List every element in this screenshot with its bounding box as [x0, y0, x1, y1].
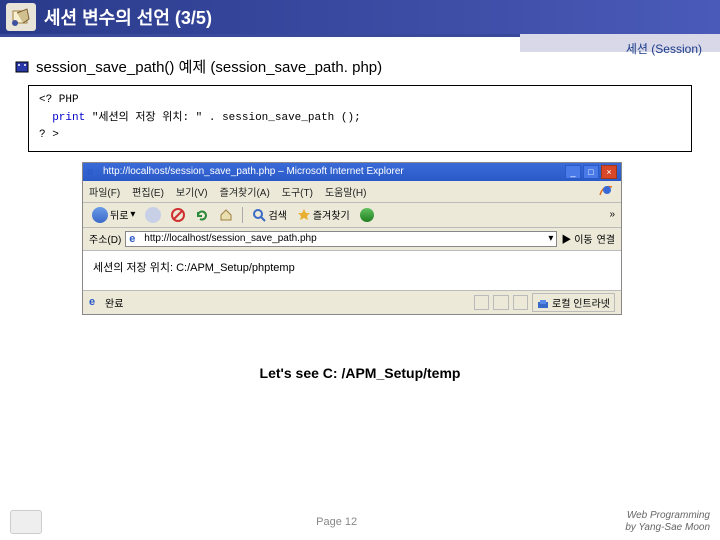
- forward-icon: [145, 207, 161, 223]
- forward-button[interactable]: [142, 206, 164, 224]
- go-button[interactable]: ▶ 이동: [561, 231, 592, 246]
- menu-edit[interactable]: 편집(E): [132, 184, 164, 199]
- browser-title-text: http://localhost/session_save_path.php –…: [103, 166, 404, 177]
- lets-see-caption: Let's see C: /APM_Setup/temp: [0, 365, 720, 381]
- maximize-button[interactable]: □: [583, 165, 599, 179]
- back-button[interactable]: 뒤로 ▾: [89, 206, 138, 224]
- code-line-1: <? PHP: [39, 92, 681, 110]
- page-icon: e: [129, 233, 141, 245]
- university-logo: [10, 510, 42, 534]
- stop-icon: [171, 208, 185, 222]
- code-line-3: ? >: [39, 127, 681, 145]
- session-label: 세션 (Session): [626, 40, 702, 57]
- back-label: 뒤로: [110, 207, 128, 222]
- status-icon: e: [89, 296, 101, 308]
- close-button[interactable]: ×: [601, 165, 617, 179]
- address-dropdown-icon[interactable]: ▾: [548, 233, 553, 244]
- menu-file[interactable]: 파일(F): [89, 184, 120, 199]
- search-label: 검색: [268, 207, 286, 222]
- code-rest: "세션의 저장 위치: " . session_save_path ();: [85, 112, 360, 124]
- browser-toolbar: 뒤로 ▾ 검색 즐겨찾기 »: [83, 203, 621, 228]
- search-icon: [252, 208, 266, 222]
- browser-menubar: 파일(F) 편집(E) 보기(V) 즐겨찾기(A) 도구(T) 도움말(H): [83, 181, 621, 203]
- star-icon: [297, 208, 311, 222]
- status-bar: e 완료 로컬 인트라넷: [83, 291, 621, 314]
- menu-favorites[interactable]: 즐겨찾기(A): [220, 184, 270, 199]
- media-button[interactable]: [357, 207, 377, 223]
- status-zone: 로컬 인트라넷: [532, 293, 615, 312]
- search-button[interactable]: 검색: [249, 206, 289, 223]
- address-url: http://localhost/session_save_path.php: [144, 233, 316, 244]
- ie-icon: e: [87, 166, 99, 178]
- code-line-2: print "세션의 저장 위치: " . session_save_path …: [39, 110, 681, 128]
- window-buttons: _ □ ×: [565, 165, 617, 179]
- favorites-label: 즐겨찾기: [313, 207, 350, 222]
- browser-titlebar: e http://localhost/session_save_path.php…: [83, 163, 621, 181]
- menu-tools[interactable]: 도구(T): [282, 184, 313, 199]
- bullet-icon: [14, 60, 30, 74]
- slide-title: 세션 변수의 선언 (3/5): [44, 4, 212, 30]
- ie-logo-icon: [597, 183, 615, 200]
- browser-content: 세션의 저장 위치: C:/APM_Setup/phptemp: [83, 251, 621, 291]
- stop-button[interactable]: [168, 207, 188, 223]
- status-cell-3: [513, 295, 529, 310]
- code-keyword: print: [52, 112, 85, 124]
- menu-view[interactable]: 보기(V): [176, 184, 208, 199]
- browser-title: e http://localhost/session_save_path.php…: [87, 166, 565, 178]
- code-block: <? PHP print "세션의 저장 위치: " . session_sav…: [28, 85, 692, 152]
- go-label: 이동: [574, 235, 592, 246]
- zone-icon: [537, 299, 549, 309]
- slide-icon: [6, 3, 36, 31]
- page-output: 세션의 저장 위치: C:/APM_Setup/phptemp: [93, 262, 295, 274]
- page-number: Page 12: [48, 516, 625, 528]
- footer: Page 12 Web Programming by Yang-Sae Moon: [0, 508, 720, 536]
- favorites-button[interactable]: 즐겨찾기: [294, 206, 353, 223]
- toolbar-chevrons[interactable]: »: [609, 209, 615, 220]
- address-bar: 주소(D) e http://localhost/session_save_pa…: [83, 228, 621, 251]
- media-icon: [360, 208, 374, 222]
- refresh-icon: [195, 208, 209, 222]
- home-icon: [219, 208, 233, 222]
- status-done: 완료: [105, 295, 123, 310]
- links-label[interactable]: 연결: [597, 231, 615, 246]
- toolbar-separator: [242, 207, 243, 223]
- section-func: session_save_path(): [36, 59, 174, 76]
- minimize-button[interactable]: _: [565, 165, 581, 179]
- section-header: session_save_path() 예제 (session_save_pat…: [14, 56, 720, 77]
- back-icon: [92, 207, 108, 223]
- status-cell-1: [474, 295, 490, 310]
- status-zone-text: 로컬 인트라넷: [552, 299, 610, 310]
- credit-line-2: by Yang-Sae Moon: [625, 522, 710, 534]
- section-rest: 예제 (session_save_path. php): [174, 59, 382, 76]
- address-label: 주소(D): [89, 231, 121, 246]
- browser-window: e http://localhost/session_save_path.php…: [82, 162, 622, 315]
- credit-line-1: Web Programming: [625, 510, 710, 522]
- address-field[interactable]: e http://localhost/session_save_path.php…: [125, 231, 557, 247]
- menu-help[interactable]: 도움말(H): [325, 184, 366, 199]
- slide-title-bar: 세션 변수의 선언 (3/5): [0, 0, 720, 34]
- section-title: session_save_path() 예제 (session_save_pat…: [36, 56, 382, 77]
- home-button[interactable]: [216, 207, 236, 223]
- credits: Web Programming by Yang-Sae Moon: [625, 510, 710, 534]
- refresh-button[interactable]: [192, 207, 212, 223]
- status-cell-2: [493, 295, 509, 310]
